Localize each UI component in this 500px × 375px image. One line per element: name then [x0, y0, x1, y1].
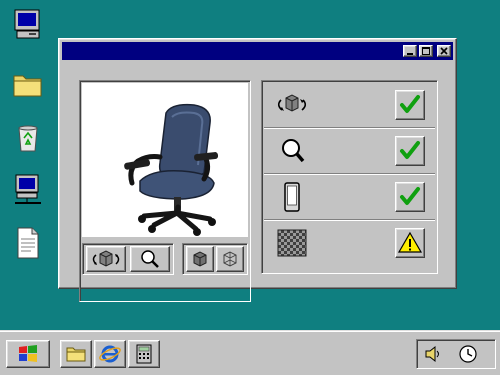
close-button[interactable]: [437, 45, 451, 57]
property-row-rotate: [264, 83, 435, 128]
model-preview[interactable]: [82, 83, 248, 237]
mobile-phone-icon: [272, 181, 312, 213]
preview-toolbar: [82, 241, 248, 277]
zoom-button[interactable]: [130, 246, 170, 272]
warning-icon: [397, 231, 423, 253]
wireframe-cube-icon: [223, 251, 237, 267]
maximize-button[interactable]: [419, 45, 433, 57]
calculator-icon: [136, 344, 152, 364]
compatibility-panel: [261, 80, 438, 274]
render-tool-group: [182, 243, 248, 275]
check-icon: [400, 141, 420, 159]
solid-view-button[interactable]: [186, 246, 214, 272]
status-warning: [395, 228, 425, 258]
property-row-mobile: [264, 175, 435, 220]
taskbar: [0, 330, 500, 375]
viewer-window: [58, 38, 457, 302]
folder-icon[interactable]: [11, 68, 45, 102]
internet-explorer-icon: [99, 345, 121, 363]
rotate-3d-icon: [272, 89, 312, 121]
maximize-icon: [422, 47, 430, 55]
speaker-icon[interactable]: [419, 341, 445, 367]
rotate-3d-icon: [92, 250, 120, 267]
document-icon[interactable]: [11, 226, 45, 260]
quick-launch-calculator[interactable]: [128, 340, 160, 368]
rotate-button[interactable]: [86, 246, 126, 272]
windows-logo-icon: [19, 345, 37, 362]
clock-icon[interactable]: [455, 341, 481, 367]
system-tray: [416, 339, 496, 369]
window-client-area: [62, 62, 453, 302]
folder-icon: [66, 347, 86, 362]
quick-launch-browser[interactable]: [94, 340, 126, 368]
status-check: [395, 90, 425, 120]
close-icon: [440, 47, 448, 55]
zoom-icon: [141, 250, 159, 268]
status-check: [395, 136, 425, 166]
solid-cube-icon: [193, 251, 207, 267]
check-icon: [400, 95, 420, 113]
title-bar[interactable]: [62, 42, 453, 60]
property-row-texture: [264, 221, 435, 265]
preview-panel: [79, 80, 251, 302]
transparency-texture-icon: [272, 227, 312, 259]
office-chair-image: [124, 103, 219, 236]
property-row-zoom: [264, 129, 435, 174]
my-computer-icon[interactable]: [11, 8, 45, 42]
wireframe-view-button[interactable]: [216, 246, 244, 272]
recycle-bin-icon[interactable]: [11, 120, 45, 154]
view-tool-group: [82, 243, 174, 275]
start-button[interactable]: [6, 340, 50, 368]
status-check: [395, 182, 425, 212]
minimize-icon: [407, 53, 413, 55]
check-icon: [400, 187, 420, 205]
network-computer-icon[interactable]: [11, 172, 45, 206]
magnifier-icon: [272, 135, 312, 167]
minimize-button[interactable]: [403, 45, 417, 57]
quick-launch-folder[interactable]: [60, 340, 92, 368]
